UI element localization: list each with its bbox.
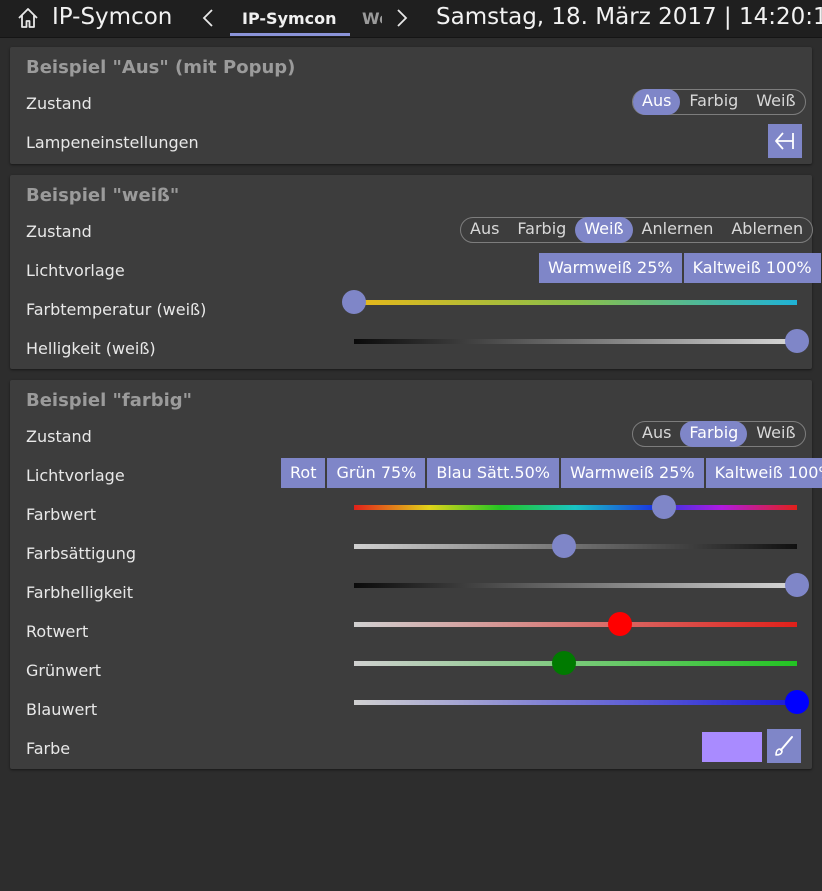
zustand-option-weiss[interactable]: Weiß	[575, 217, 633, 243]
brush-icon	[775, 736, 793, 756]
zustand-option-weiss[interactable]: Weiß	[747, 89, 804, 115]
preset-warmweiss[interactable]: Warmweiß 25%	[560, 458, 704, 488]
tab-ip-symcon[interactable]: IP-Symcon	[230, 0, 350, 38]
color-swatch[interactable]	[702, 732, 762, 762]
zustand-option-weiss[interactable]: Weiß	[747, 421, 804, 447]
zustand-label: Zustand	[26, 94, 92, 113]
home-icon[interactable]	[16, 6, 40, 30]
preset-gruen[interactable]: Grün 75%	[327, 458, 426, 488]
panel-title: Beispiel "farbig"	[26, 390, 193, 411]
slider-thumb[interactable]	[785, 329, 809, 353]
zustand-option-farbig[interactable]: Farbig	[680, 89, 747, 115]
lichtvorlage-label: Lichtvorlage	[26, 466, 125, 485]
slider-thumb[interactable]	[607, 612, 632, 636]
farbwert-slider[interactable]	[354, 495, 797, 519]
preset-warmweiss[interactable]: Warmweiß 25%	[539, 253, 682, 283]
tab-partial[interactable]: Wo	[362, 9, 382, 28]
lampeneinstellungen-label: Lampeneinstellungen	[26, 133, 199, 152]
zustand-label: Zustand	[26, 427, 92, 446]
preset-kaltweiss[interactable]: Kaltweiß 100%	[683, 253, 821, 283]
popup-arrow-icon	[775, 132, 794, 150]
preset-kaltweiss[interactable]: Kaltweiß 100%	[705, 458, 822, 488]
zustand-option-aus[interactable]: Aus	[461, 217, 508, 243]
top-bar: IP-Symcon IP-Symcon Wo Samstag, 18. März…	[0, 0, 822, 38]
helligkeit-slider[interactable]	[354, 329, 809, 353]
app-title: IP-Symcon	[52, 4, 173, 30]
zustand-segmented-control: Aus Farbig Weiß	[632, 89, 806, 115]
helligkeit-label: Helligkeit (weiß)	[26, 339, 156, 358]
panel-title: Beispiel "Aus" (mit Popup)	[26, 57, 296, 78]
farbe-label: Farbe	[26, 739, 71, 758]
blauwert-label: Blauwert	[26, 700, 98, 719]
rotwert-slider[interactable]	[354, 612, 797, 636]
slider-thumb[interactable]	[342, 290, 366, 314]
zustand-segmented-control: Aus Farbig Weiß Anlernen Ablernen	[460, 217, 814, 243]
farbhelligkeit-slider[interactable]	[354, 573, 809, 597]
slider-thumb[interactable]	[552, 534, 577, 558]
color-picker-button[interactable]	[767, 729, 801, 763]
slider-thumb[interactable]	[785, 690, 809, 714]
preset-rot[interactable]: Rot	[281, 458, 326, 488]
gruenwert-slider[interactable]	[354, 651, 797, 675]
slider-thumb[interactable]	[785, 573, 809, 597]
zustand-option-anlernen[interactable]: Anlernen	[633, 217, 723, 243]
lichtvorlage-presets: Warmweiß 25% Kaltweiß 100%	[539, 253, 821, 283]
zustand-label: Zustand	[26, 222, 92, 241]
zustand-option-farbig[interactable]: Farbig	[508, 217, 575, 243]
panel-farbig: Beispiel "farbig" Zustand Aus Farbig Wei…	[10, 380, 822, 769]
preset-blau[interactable]: Blau Sätt.50%	[427, 458, 559, 488]
panel-aus-popup: Beispiel "Aus" (mit Popup) Zustand Aus F…	[10, 47, 812, 164]
lichtvorlage-label: Lichtvorlage	[26, 261, 125, 280]
farbsaettigung-label: Farbsättigung	[26, 544, 136, 563]
active-tab-indicator	[230, 33, 350, 36]
zustand-segmented-control: Aus Farbig Weiß	[632, 421, 806, 447]
zustand-option-aus[interactable]: Aus	[633, 89, 681, 115]
farbtemperatur-label: Farbtemperatur (weiß)	[26, 300, 207, 319]
chevron-right-icon[interactable]	[394, 7, 410, 29]
farbtemperatur-slider[interactable]	[342, 290, 797, 314]
lichtvorlage-presets: Rot Grün 75% Blau Sätt.50% Warmweiß 25% …	[281, 458, 822, 488]
tab-ip-symcon-label: IP-Symcon	[242, 9, 337, 28]
datetime-display: Samstag, 18. März 2017 | 14:20:11	[436, 4, 822, 30]
panel-weiss: Beispiel "weiß" Zustand Aus Farbig Weiß …	[10, 175, 821, 369]
chevron-left-icon[interactable]	[200, 7, 216, 29]
zustand-option-aus[interactable]: Aus	[633, 421, 680, 447]
farbwert-label: Farbwert	[26, 505, 97, 524]
gruenwert-label: Grünwert	[26, 661, 102, 680]
zustand-option-farbig[interactable]: Farbig	[680, 421, 748, 447]
slider-thumb[interactable]	[552, 651, 577, 675]
rotwert-label: Rotwert	[26, 622, 89, 641]
farbsaettigung-slider[interactable]	[354, 534, 797, 558]
lampeneinstellungen-popup-button[interactable]	[768, 124, 802, 158]
zustand-option-ablernen[interactable]: Ablernen	[722, 217, 812, 243]
slider-thumb[interactable]	[652, 495, 677, 519]
panel-title: Beispiel "weiß"	[26, 185, 180, 206]
farbhelligkeit-label: Farbhelligkeit	[26, 583, 134, 602]
blauwert-slider[interactable]	[354, 690, 809, 714]
